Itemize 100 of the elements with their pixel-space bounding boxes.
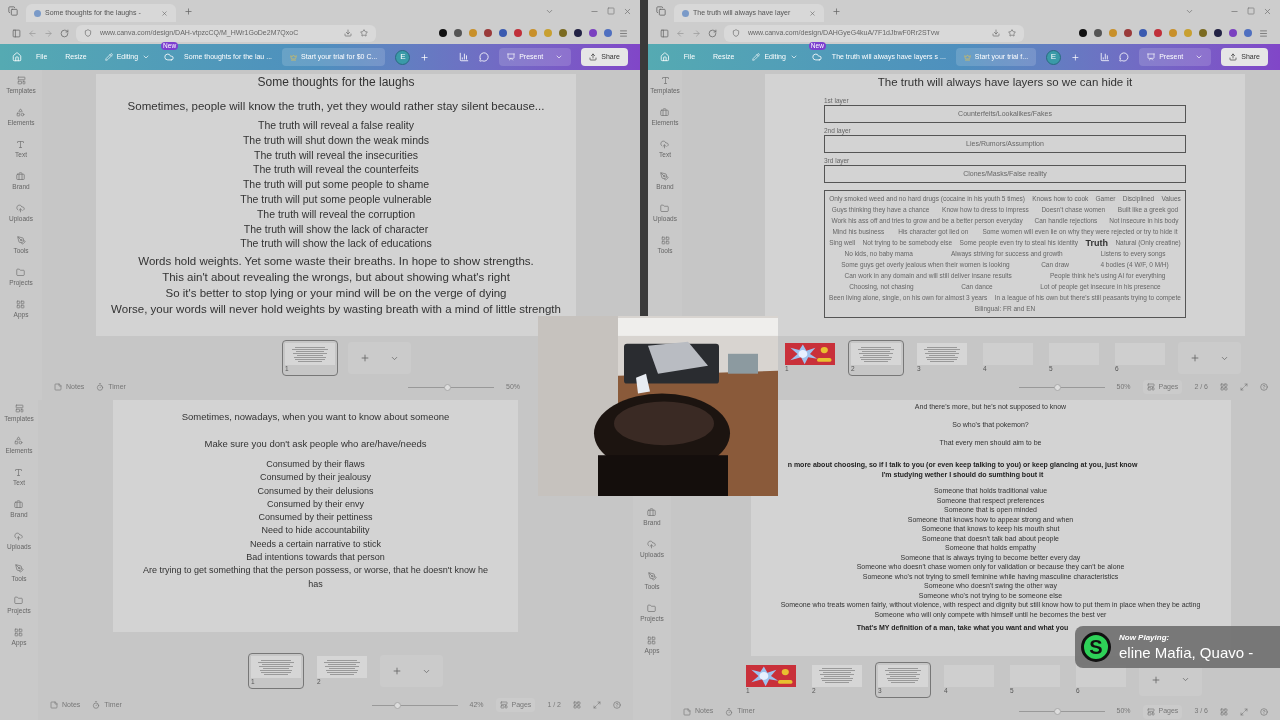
slider-thumb[interactable] — [443, 383, 451, 391]
tab-actions-icon[interactable] — [8, 6, 18, 16]
page-title: The truth will always have layers so we can hide it — [877, 75, 1133, 90]
grid-icon[interactable] — [573, 701, 581, 709]
text-line: Consumed by their pettiness — [257, 511, 374, 525]
zoom-slider[interactable] — [1018, 708, 1105, 716]
add-icon[interactable] — [1070, 52, 1080, 62]
forward-icon[interactable] — [44, 28, 53, 38]
chevron-down-icon — [555, 53, 564, 61]
add-page-icon[interactable] — [392, 666, 402, 676]
text-icon — [14, 468, 24, 477]
close-icon[interactable] — [623, 6, 632, 16]
cloud-icon[interactable] — [164, 52, 175, 62]
back-icon[interactable] — [28, 28, 37, 38]
presentation-icon — [1147, 53, 1156, 61]
help-icon[interactable] — [1260, 383, 1268, 391]
text-line: Consumed by their envy — [265, 497, 366, 511]
cloud-icon[interactable] — [811, 52, 822, 62]
menu-icon[interactable] — [1259, 28, 1268, 38]
slider-thumb[interactable] — [394, 701, 402, 709]
add-page-icon[interactable] — [1151, 674, 1161, 685]
text-line: This ain't about revealing the wrongs, but about showing what's right — [161, 270, 511, 286]
help-icon[interactable] — [1260, 707, 1268, 716]
slider-thumb[interactable] — [1054, 383, 1062, 391]
star-icon[interactable] — [1008, 29, 1016, 37]
download-icon[interactable] — [344, 29, 352, 37]
text-line: Sometimes, people will know the truth, yet they would rather stay silent because... — [127, 99, 545, 114]
avatar[interactable]: E — [1046, 49, 1061, 65]
folder-icon — [16, 268, 26, 277]
sidebar-icon[interactable] — [12, 28, 21, 38]
text-line: So it's better to stop lying or your mind will be on the verge of dying — [164, 286, 508, 302]
text-line: The truth will reveal a false reality — [257, 118, 415, 133]
home-icon[interactable] — [12, 52, 22, 62]
upload-icon — [16, 204, 26, 213]
new-tab-icon[interactable] — [184, 6, 193, 16]
thumbnail-text-drawing — [317, 656, 367, 678]
tab-actions-icon[interactable] — [656, 6, 666, 16]
thumbnail-text-drawing — [285, 343, 335, 365]
zoom-slider[interactable] — [1018, 383, 1105, 391]
logo-icon: S — [1081, 632, 1111, 662]
text-line: Sometimes, nowadays, when you want to know about someone — [181, 410, 450, 423]
pen-icon — [647, 572, 657, 581]
comment-icon[interactable] — [1119, 52, 1130, 62]
close-icon[interactable] — [809, 9, 816, 17]
crown-icon — [963, 53, 971, 61]
text-line: The truth will reveal the corruption — [255, 206, 417, 222]
avatar[interactable]: E — [395, 49, 411, 65]
favicon-icon — [682, 9, 689, 17]
briefcase-icon — [660, 108, 670, 117]
share-icon — [589, 53, 598, 61]
maximize-icon[interactable] — [1247, 7, 1255, 15]
shield-icon — [84, 29, 92, 37]
pen-icon — [14, 564, 24, 573]
text-line: The truth will show the lack of educations — [240, 236, 432, 252]
folder-icon — [14, 596, 24, 605]
add-icon[interactable] — [420, 52, 430, 62]
fullscreen-icon[interactable] — [1240, 383, 1248, 391]
upload-icon — [647, 540, 657, 549]
download-icon[interactable] — [992, 29, 1000, 37]
chevron-down-icon — [1195, 53, 1204, 61]
back-icon[interactable] — [676, 28, 685, 38]
fullscreen-icon[interactable] — [1240, 707, 1248, 716]
text-line: The truth will shut down the weak minds — [241, 132, 431, 148]
add-page-icon[interactable] — [1190, 353, 1200, 363]
reload-icon[interactable] — [60, 28, 69, 38]
pencil-icon — [104, 53, 113, 61]
star-icon[interactable] — [360, 29, 368, 37]
chart-icon[interactable] — [459, 52, 470, 62]
zoom-slider[interactable] — [408, 383, 494, 391]
menu-icon[interactable] — [619, 28, 628, 38]
chevron-down-icon — [142, 53, 151, 61]
upload-icon — [14, 532, 24, 541]
shield-icon — [732, 29, 740, 37]
page-title: Some thoughts for the laughs — [257, 74, 415, 90]
text-line: Are trying to get something that the person possess, or worse, that he doesn't know he has — [143, 564, 488, 591]
fullscreen-icon[interactable] — [593, 701, 601, 709]
zoom-slider[interactable] — [371, 701, 458, 709]
pen-icon — [660, 172, 670, 181]
grid-icon[interactable] — [1220, 707, 1228, 716]
sidebar-icon[interactable] — [660, 28, 669, 38]
maximize-icon[interactable] — [607, 7, 615, 15]
home-icon[interactable] — [660, 52, 670, 62]
upload-icon — [660, 140, 670, 149]
thumbnail-text-drawing — [251, 656, 301, 678]
grid-icon — [647, 636, 657, 645]
comment-icon[interactable] — [479, 52, 490, 62]
text-icon — [16, 140, 26, 149]
slider-thumb[interactable] — [1054, 708, 1062, 716]
thumbnail-text-drawing — [917, 343, 967, 365]
close-icon[interactable] — [1263, 6, 1272, 16]
grid-icon[interactable] — [1220, 383, 1228, 391]
pen-icon — [16, 236, 26, 245]
chart-icon[interactable] — [1099, 52, 1110, 62]
help-icon[interactable] — [613, 701, 621, 709]
add-page-icon[interactable] — [360, 353, 370, 363]
close-icon[interactable] — [161, 9, 168, 17]
template-icon — [14, 404, 24, 413]
reload-icon[interactable] — [708, 28, 717, 38]
new-tab-icon[interactable] — [832, 6, 841, 16]
forward-icon[interactable] — [692, 28, 701, 38]
